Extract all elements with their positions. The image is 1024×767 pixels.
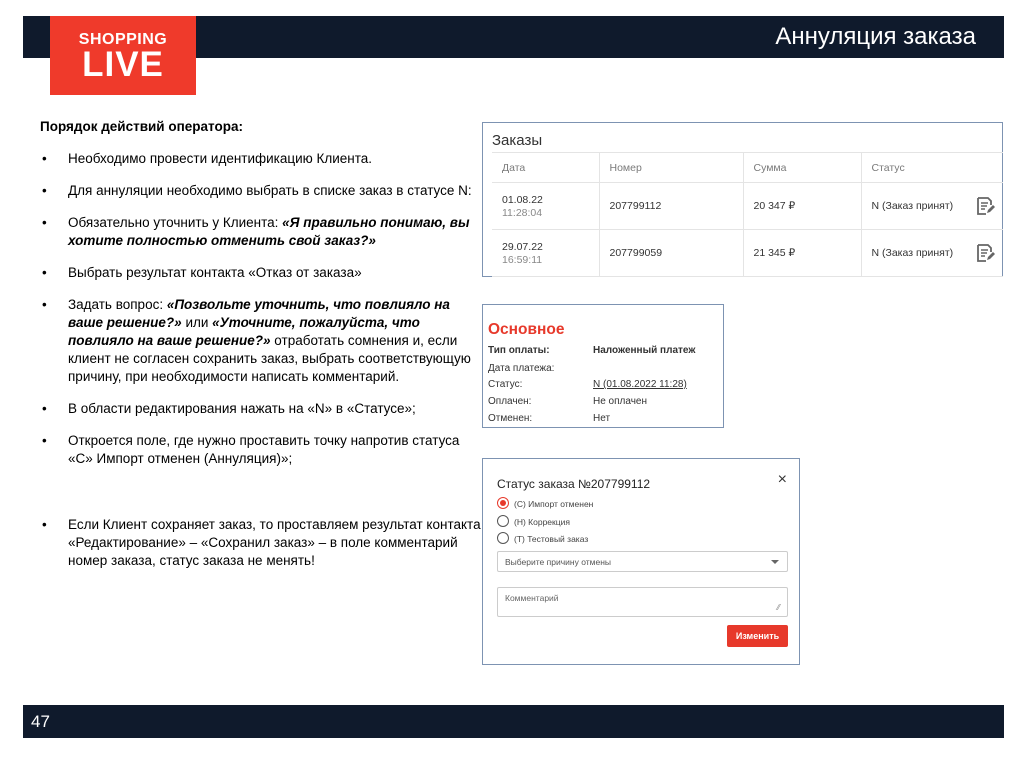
close-icon[interactable]: × [778,472,787,488]
logo-line-2: LIVE [82,45,164,84]
dialog-title: Статус заказа №207799112 [497,477,651,491]
instruction-item: Обязательно уточнить у Клиента: «Я прави… [40,214,485,250]
instruction-item: Выбрать результат контакта «Отказ от зак… [40,264,485,282]
instruction-item: Откроется поле, где нужно проставить точ… [40,432,485,468]
slide-title: Аннуляция заказа [775,23,976,50]
order-status-cell: N (Заказ принят) [861,182,1003,230]
change-button[interactable]: Изменить [727,625,788,647]
column-header-number[interactable]: Номер [599,152,744,183]
footer-band: 47 [23,705,1004,738]
order-status-link[interactable]: N (Заказ принят) [872,200,954,212]
order-sum-cell: 20 347 ₽ [743,182,862,230]
radio-unselected[interactable] [497,515,509,527]
order-number-cell: 207799059 [599,229,744,277]
table-row[interactable]: 29.07.22 16:59:11 207799059 21 345 ₽ N (З… [492,229,1003,277]
column-header-status[interactable]: Статус [861,152,1003,183]
instruction-item: Для аннуляции необходимо выбрать в списк… [40,182,485,200]
instructions-heading: Порядок действий оператора: [40,119,243,134]
main-info-title: Основное [488,321,565,338]
orders-table: Дата Номер Сумма Статус 01.08.22 11:28:04… [492,152,1003,277]
shopping-live-logo: SHOPPING LIVE [50,16,196,95]
order-status-dialog: Статус заказа №207799112 × (С) Импорт от… [482,458,800,665]
order-date-cell: 01.08.22 11:28:04 [492,182,600,230]
instruction-item: Если Клиент сохраняет заказ, то проставл… [40,516,485,570]
cancel-reason-select[interactable]: Выберите причину отмены [497,551,788,572]
main-info-panel: Основное Тип оплаты: Наложенный платеж Д… [482,304,724,428]
instruction-item: В области редактирования нажать на «N» в… [40,400,485,418]
edit-icon[interactable] [975,243,995,263]
page-number: 47 [31,712,50,731]
order-status-cell: N (Заказ принят) [861,229,1003,277]
instructions: Порядок действий оператора: Необходимо п… [40,118,485,584]
instruction-item: Задать вопрос: «Позвольте уточнить, что … [40,296,485,386]
column-header-sum[interactable]: Сумма [743,152,862,183]
chevron-down-icon [771,560,779,564]
instruction-item: Необходимо провести идентификацию Клиент… [40,150,485,168]
comment-field[interactable]: Комментарий ⁄⁄ [497,587,788,617]
orders-panel: Заказы Дата Номер Сумма Статус 01.08.22 1… [482,122,1003,277]
edit-icon[interactable] [975,196,995,216]
status-link[interactable]: N (01.08.2022 11:28) [593,379,687,390]
order-status-link[interactable]: N (Заказ принят) [872,247,954,259]
radio-unselected[interactable] [497,532,509,544]
order-number-cell: 207799112 [599,182,744,230]
orders-title: Заказы [492,132,543,149]
order-date-cell: 29.07.22 16:59:11 [492,229,600,277]
resize-handle-icon[interactable]: ⁄⁄ [777,604,780,612]
order-sum-cell: 21 345 ₽ [743,229,862,277]
column-header-date[interactable]: Дата [492,152,600,183]
table-row[interactable]: 01.08.22 11:28:04 207799112 20 347 ₽ N (З… [492,182,1003,230]
radio-selected[interactable] [497,497,509,509]
